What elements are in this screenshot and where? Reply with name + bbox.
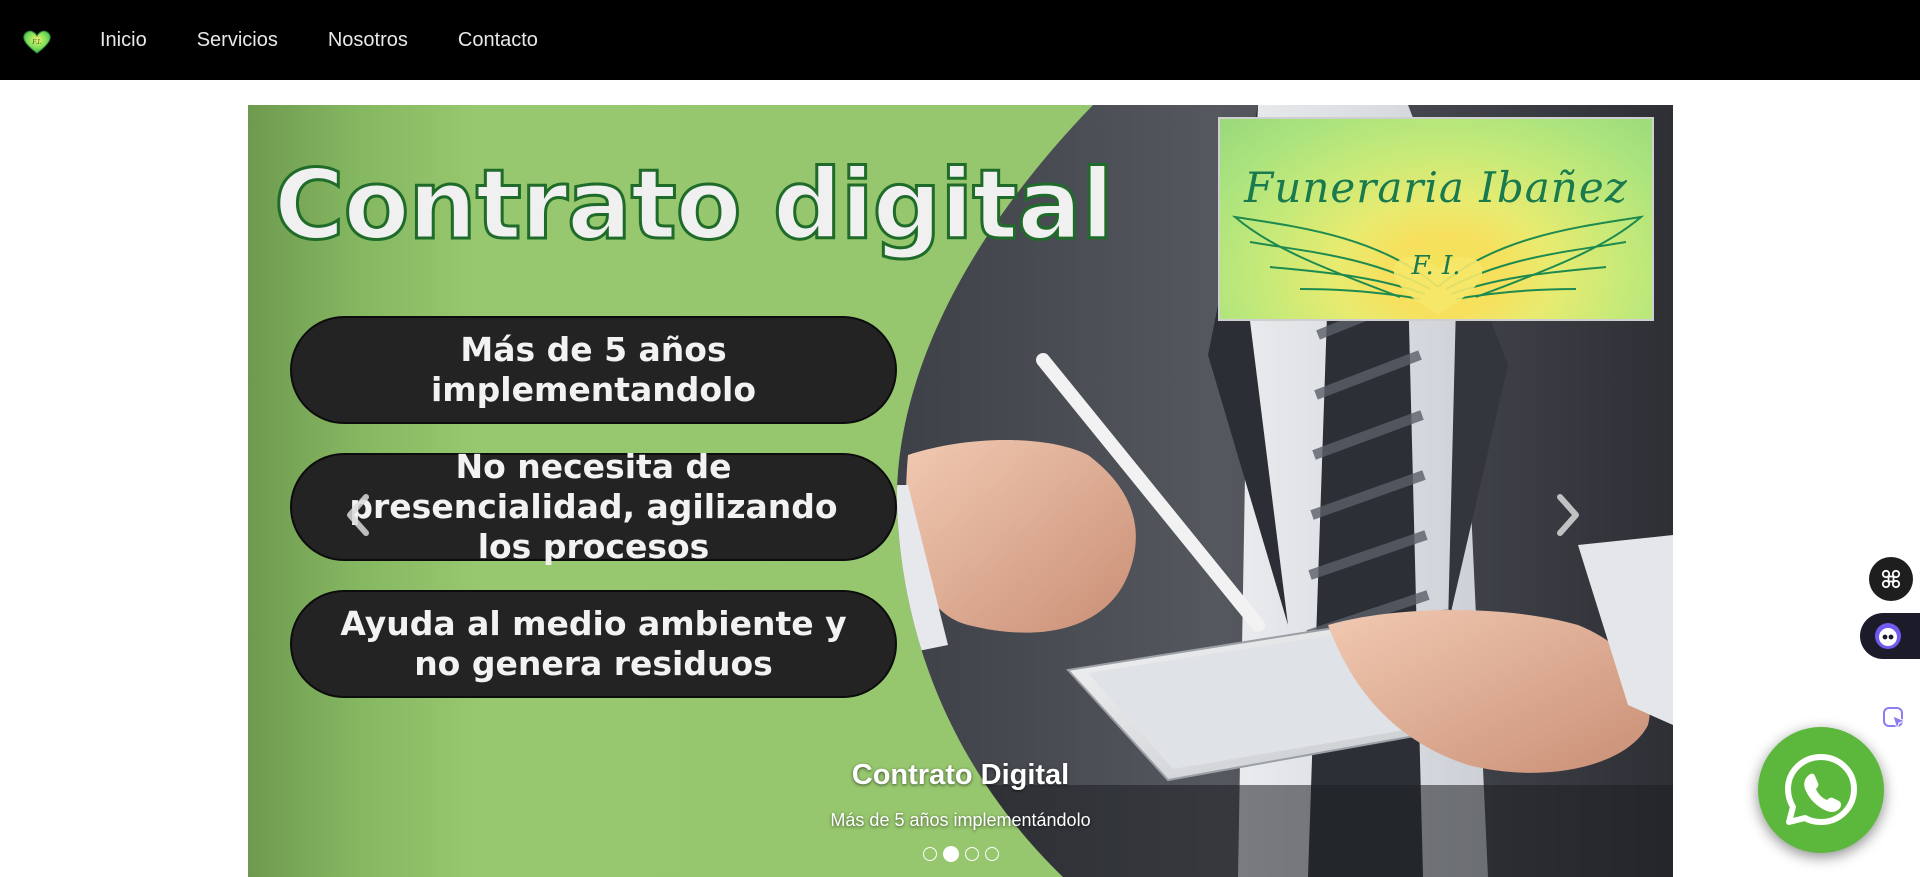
carousel-indicator[interactable] <box>964 847 979 861</box>
feature-pill: No necesita de presencialidad, agilizand… <box>290 447 897 566</box>
carousel-indicators <box>248 846 1673 862</box>
command-icon <box>1881 569 1901 589</box>
funeraria-logo: Funeraria Ibañez F. I. <box>1218 117 1654 321</box>
cursor-select-icon <box>1883 707 1907 731</box>
nav-link-inicio[interactable]: Inicio <box>100 29 147 52</box>
carousel-indicator[interactable] <box>984 847 999 861</box>
chevron-right-icon[interactable] <box>1548 485 1588 545</box>
nav-link-servicios[interactable]: Servicios <box>197 29 278 52</box>
carousel-indicator[interactable] <box>922 847 937 861</box>
slide-headline: Contrato digital <box>273 149 1116 261</box>
feature-pill: Más de 5 años implementandolo <box>290 316 897 424</box>
feature-pill: Ayuda al medio ambiente y no genera resi… <box>290 590 897 698</box>
assistant-widget-button[interactable] <box>1860 613 1920 659</box>
bot-face-icon <box>1875 623 1901 649</box>
logo-text: Funeraria Ibañez <box>1244 163 1628 212</box>
nav-links: Inicio Servicios Nosotros Contacto <box>100 0 588 80</box>
apps-widget-button[interactable] <box>1869 557 1913 601</box>
nav-link-contacto[interactable]: Contacto <box>458 29 538 52</box>
heart-logo-icon[interactable]: F.I. <box>22 30 52 54</box>
logo-initials: F. I. <box>1411 251 1461 281</box>
svg-text:F.I.: F.I. <box>31 39 42 46</box>
carousel-indicator-active[interactable] <box>942 846 959 862</box>
whatsapp-icon <box>1785 754 1857 825</box>
caption-subtitle: Más de 5 años implementándolo <box>830 810 1091 830</box>
nav-link-nosotros[interactable]: Nosotros <box>328 29 408 52</box>
top-navbar: F.I. Inicio Servicios Nosotros Contacto <box>0 0 1920 80</box>
caption-title: Contrato Digital <box>851 759 1070 791</box>
chevron-left-icon[interactable] <box>338 485 378 545</box>
whatsapp-button[interactable] <box>1758 727 1884 853</box>
hero-carousel: Contrato digital Más de 5 años implement… <box>248 105 1673 877</box>
select-tool-button[interactable] <box>1880 704 1910 734</box>
